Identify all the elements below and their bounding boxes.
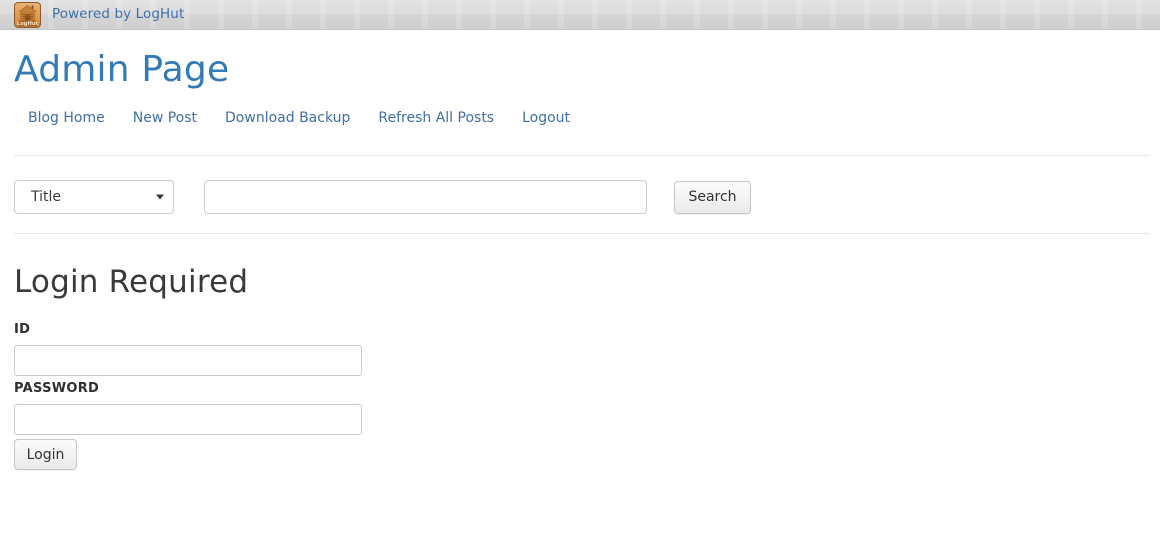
search-button[interactable]: Search: [674, 180, 751, 214]
divider-below-search: [14, 233, 1150, 234]
search-input[interactable]: [204, 180, 647, 214]
divider-above-search: [14, 155, 1150, 156]
nav-item-blog-home[interactable]: Blog Home: [14, 108, 119, 128]
chevron-down-icon: [156, 194, 164, 200]
powered-by-loghut-link[interactable]: Powered by LogHut: [52, 7, 184, 22]
main-nav: Blog Home New Post Download Backup Refre…: [14, 108, 584, 128]
id-input[interactable]: [14, 345, 362, 376]
nav-item-logout[interactable]: Logout: [508, 108, 584, 128]
password-input[interactable]: [14, 404, 362, 435]
search-field-select-value: Title: [31, 189, 62, 205]
loghut-logo-icon[interactable]: LogHut: [14, 1, 41, 28]
search-field-select[interactable]: Title: [14, 180, 174, 214]
page-title: Admin Page: [14, 49, 230, 90]
id-field-label: ID: [14, 322, 31, 337]
nav-item-refresh-all-posts[interactable]: Refresh All Posts: [364, 108, 508, 128]
login-submit-button[interactable]: Login: [14, 439, 77, 470]
nav-item-new-post[interactable]: New Post: [119, 108, 211, 128]
nav-item-download-backup[interactable]: Download Backup: [211, 108, 364, 128]
login-required-heading: Login Required: [14, 264, 249, 300]
svg-text:LogHut: LogHut: [17, 21, 39, 27]
search-bar: Title Search: [14, 180, 751, 214]
password-field-label: PASSWORD: [14, 381, 100, 396]
powered-by-bar: LogHut Powered by LogHut: [0, 0, 1160, 30]
